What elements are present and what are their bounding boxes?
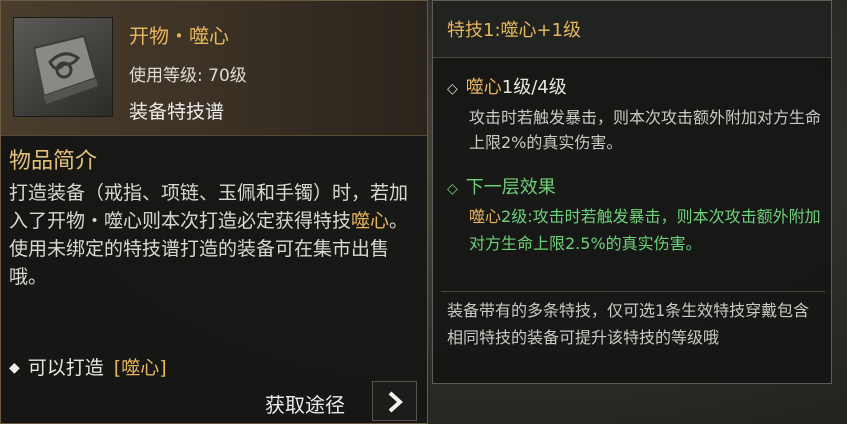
next-level-title-line: ◇ 下一层效果 (447, 173, 556, 199)
diamond-bullet-icon: ◆ (9, 360, 20, 376)
diamond-outline-icon: ◇ (447, 81, 458, 97)
item-header: 开物・噬心 使用等级: 70级 装备特技谱 (1, 1, 427, 136)
stone-tablet-icon (13, 17, 113, 117)
obtain-button[interactable] (372, 381, 417, 421)
next-effect-desc: 噬心2级:攻击时若触发暴击，则本次攻击额外附加对方生命上限2.5%的真实伤害。 (469, 203, 829, 257)
item-tooltip-panel: 开物・噬心 使用等级: 70级 装备特技谱 物品简介 打造装备（戒指、项链、玉佩… (0, 0, 428, 424)
skill-note: 装备带有的多条特技，仅可选1条生效特技穿戴包含相同特技的装备可提升该特技的等级哦 (447, 301, 810, 347)
item-type: 装备特技谱 (129, 101, 225, 123)
skill-header: 特技1:噬心+1级 (433, 1, 831, 58)
craft-line: ◆ 可以打造 [噬心] (9, 353, 167, 380)
obtain-label: 获取途径 (265, 393, 345, 417)
current-level-line: ◇ 噬心1级/4级 (447, 73, 567, 99)
item-description: 打造装备（戒指、项链、玉佩和手镯）时，若加入了开物・噬心则本次打造必定获得特技噬… (9, 179, 414, 291)
desc-text: 打造装备（戒指、项链、玉佩和手镯）时，若加入了开物・噬心则本次打造必定获得特技 (9, 182, 409, 232)
item-level: 使用等级: 70级 (129, 66, 247, 86)
skill-box: 特技1:噬心+1级 ◇ 噬心1级/4级 攻击时若触发暴击，则本次攻击额外附加对方生… (432, 0, 832, 384)
diamond-outline-icon: ◇ (447, 181, 458, 197)
craft-label: 可以打造 (27, 357, 104, 379)
skill-tooltip-panel: 特技1:噬心+1级 ◇ 噬心1级/4级 攻击时若触发暴击，则本次攻击额外附加对方生… (432, 0, 847, 424)
craft-tag[interactable]: [噬心] (114, 357, 167, 379)
section-title: 物品简介 (9, 149, 98, 174)
current-effect-desc: 攻击时若触发暴击，则本次攻击额外附加对方生命上限2%的真实伤害。 (469, 108, 822, 152)
chevron-right-icon (388, 391, 403, 413)
item-name: 开物・噬心 (129, 24, 229, 48)
current-level: 1级/4级 (501, 77, 567, 98)
desc-highlight: 噬心 (351, 210, 390, 232)
next-level-title: 下一层效果 (465, 177, 556, 198)
current-skill-name: 噬心 (465, 77, 502, 98)
next-effect-text: 2级:攻击时若触发暴击，则本次攻击额外附加对方生命上限2.5%的真实伤害。 (469, 207, 821, 253)
divider (441, 291, 825, 292)
skill-title: 特技1:噬心+1级 (447, 20, 582, 41)
next-skill-name: 噬心 (469, 207, 502, 226)
